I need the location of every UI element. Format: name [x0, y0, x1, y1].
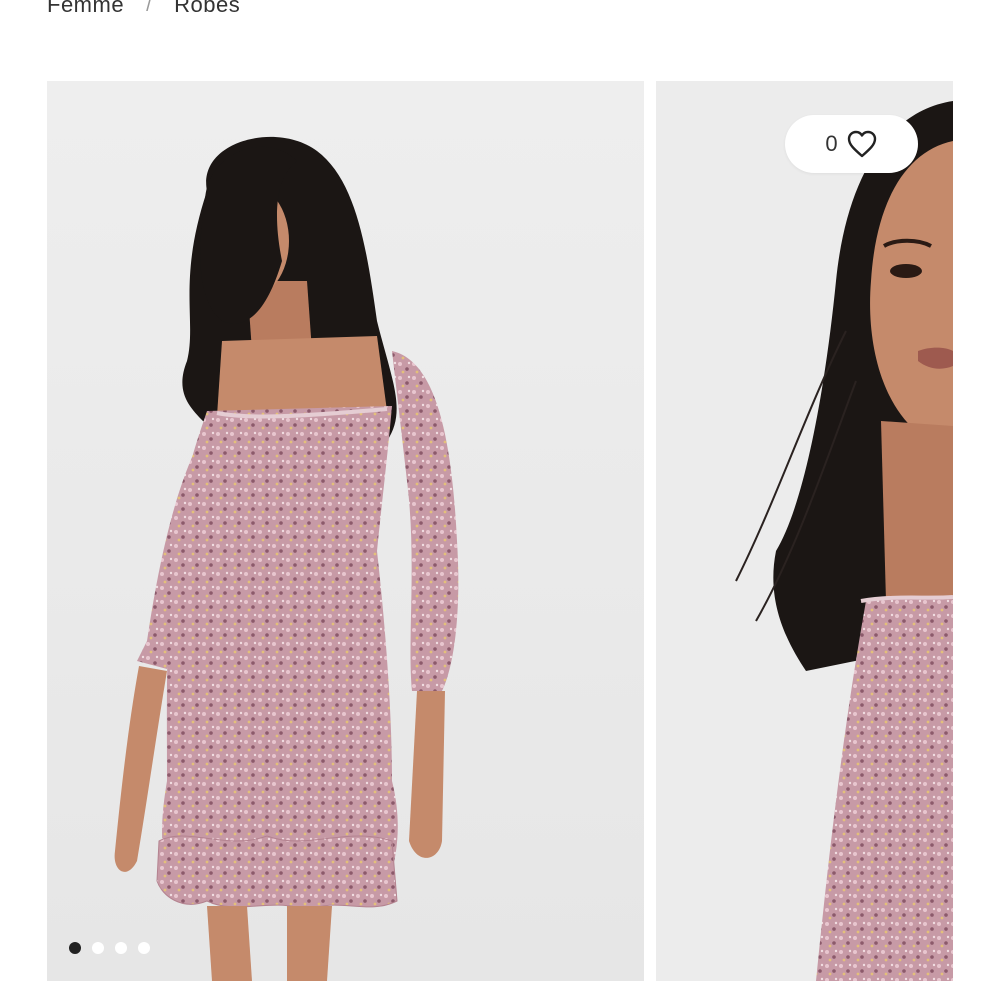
breadcrumb-item-femme[interactable]: Femme [47, 0, 124, 18]
breadcrumb-separator: / [146, 0, 153, 16]
breadcrumb: Femme / Robes [47, 0, 240, 20]
carousel-dot-2[interactable] [92, 942, 104, 954]
product-photo-closeup[interactable] [656, 81, 953, 981]
product-photo-full-length[interactable] [47, 81, 644, 981]
model-illustration-closeup [656, 81, 953, 981]
carousel-dot-3[interactable] [115, 942, 127, 954]
model-illustration-full [47, 81, 644, 981]
carousel-dots [69, 942, 150, 954]
carousel-dot-4[interactable] [138, 942, 150, 954]
wishlist-button[interactable]: 0 [785, 115, 918, 173]
carousel-dot-1[interactable] [69, 942, 81, 954]
wishlist-count: 0 [825, 131, 838, 156]
breadcrumb-item-robes[interactable]: Robes [174, 0, 240, 18]
product-page: Femme / Robes 0 [0, 0, 1000, 1000]
product-image-gallery[interactable] [47, 81, 953, 981]
heart-outline-icon [847, 130, 876, 158]
